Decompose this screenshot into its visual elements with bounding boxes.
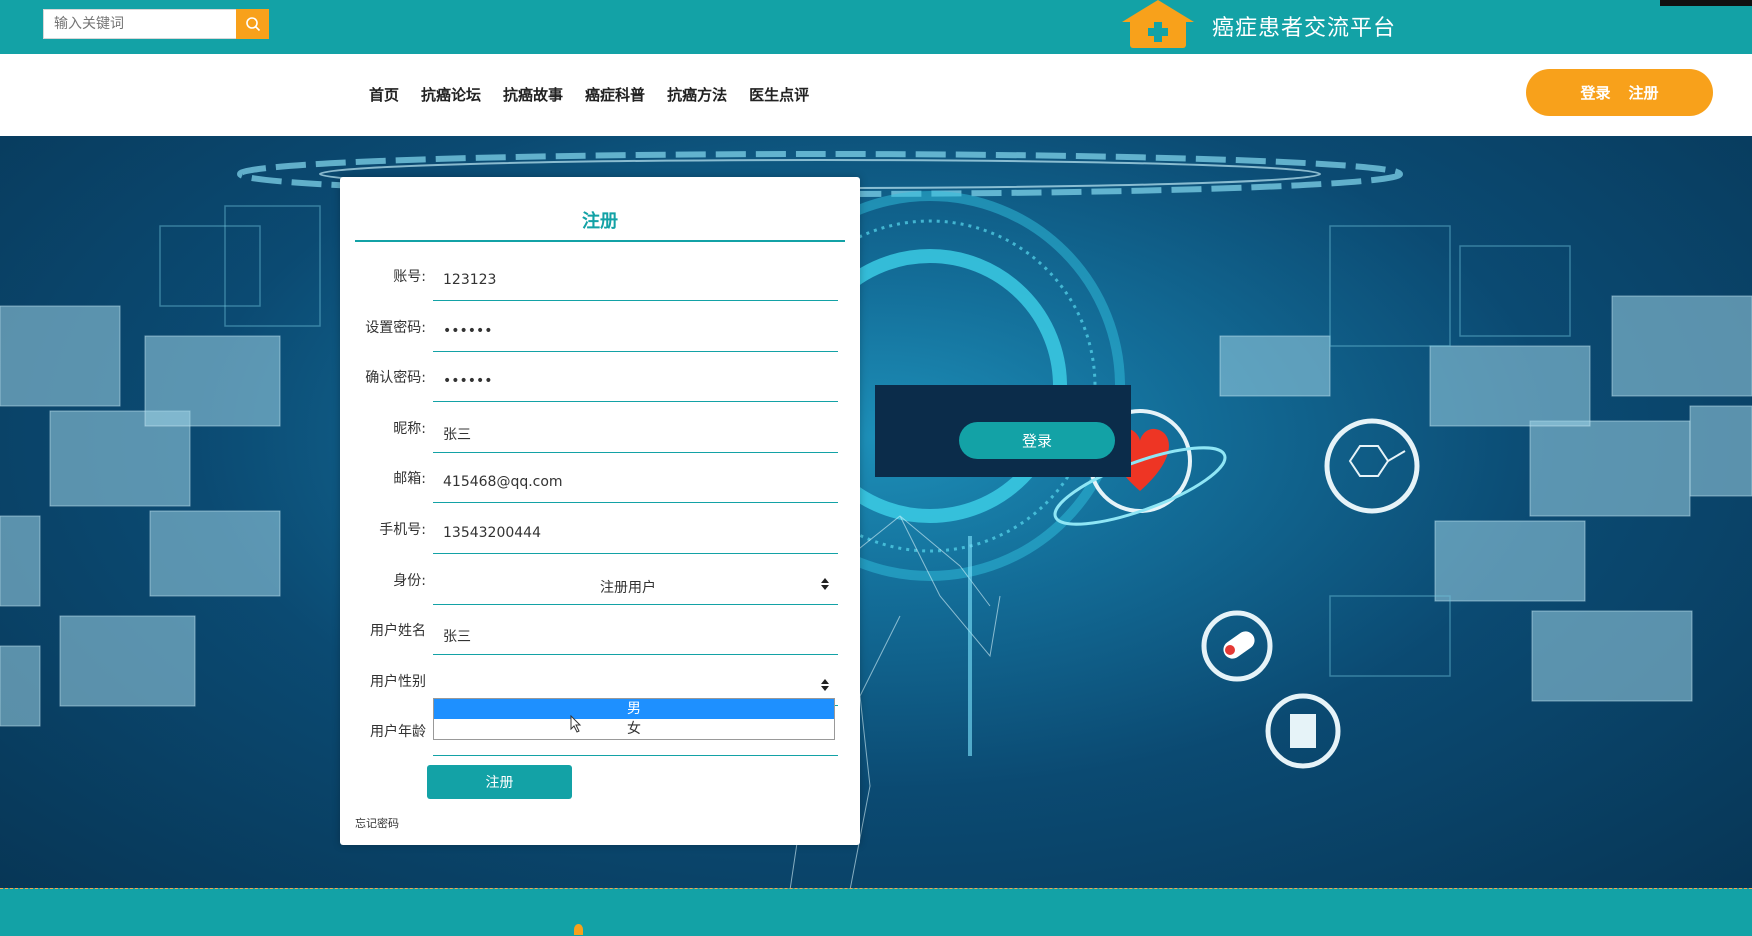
nav-item-science[interactable]: 癌症科普 bbox=[585, 84, 645, 105]
role-selected-value: 注册用户 bbox=[600, 580, 656, 596]
email-input[interactable]: 415468@qq.com bbox=[443, 474, 563, 490]
logo bbox=[1118, 0, 1198, 50]
username-label: 用户姓名 bbox=[370, 623, 426, 639]
account-input[interactable]: 123123 bbox=[443, 272, 496, 288]
nickname-label: 昵称: bbox=[393, 421, 426, 437]
nav-register-link[interactable]: 注册 bbox=[1629, 82, 1659, 103]
confirm-password-input[interactable]: •••••• bbox=[443, 373, 493, 389]
tech-background-art bbox=[0, 151, 1752, 890]
search-input[interactable] bbox=[44, 10, 229, 38]
footer-bar bbox=[0, 888, 1752, 936]
nickname-row: 昵称: 张三 bbox=[340, 412, 860, 462]
nav-menu: 首页 抗癌论坛 抗癌故事 癌症科普 抗癌方法 医生点评 bbox=[369, 84, 809, 105]
login-button[interactable]: 登录 bbox=[959, 422, 1115, 459]
search-icon bbox=[245, 17, 260, 32]
phone-label: 手机号: bbox=[379, 522, 426, 538]
role-select[interactable]: 注册用户 bbox=[433, 564, 838, 605]
email-row: 邮箱: 415468@qq.com bbox=[340, 462, 860, 512]
gender-label: 用户性别 bbox=[370, 674, 426, 690]
role-row: 身份: 注册用户 bbox=[340, 564, 860, 614]
nav-item-stories[interactable]: 抗癌故事 bbox=[503, 84, 563, 105]
account-row: 账号: 123123 bbox=[340, 260, 860, 310]
nav-item-methods[interactable]: 抗癌方法 bbox=[667, 84, 727, 105]
phone-row: 手机号: 13543200444 bbox=[340, 513, 860, 563]
password-field: •••••• bbox=[433, 311, 838, 352]
login-panel: 登录 bbox=[875, 385, 1131, 477]
top-bar: 癌症患者交流平台 bbox=[0, 0, 1752, 54]
mouse-cursor-icon bbox=[570, 715, 582, 733]
email-label: 邮箱: bbox=[393, 471, 426, 487]
username-input[interactable]: 张三 bbox=[443, 626, 471, 646]
site-title: 癌症患者交流平台 bbox=[1212, 16, 1397, 41]
gender-option-female[interactable]: 女 bbox=[434, 719, 834, 739]
gender-dropdown-list: 男 女 bbox=[433, 698, 835, 740]
window-strip bbox=[1660, 0, 1752, 6]
confirm-password-row: 确认密码: •••••• bbox=[340, 361, 860, 411]
email-field: 415468@qq.com bbox=[433, 462, 838, 503]
footer-marker-icon bbox=[574, 924, 583, 935]
hero-background bbox=[0, 136, 1752, 890]
username-field: 张三 bbox=[433, 614, 838, 655]
title-divider bbox=[355, 240, 845, 242]
select-caret-icon bbox=[821, 679, 829, 691]
age-label: 用户年龄 bbox=[370, 724, 426, 740]
account-field: 123123 bbox=[433, 260, 838, 301]
nav-item-forum[interactable]: 抗癌论坛 bbox=[421, 84, 481, 105]
confirm-password-field: •••••• bbox=[433, 361, 838, 402]
nav-item-home[interactable]: 首页 bbox=[369, 84, 399, 105]
role-label: 身份: bbox=[393, 573, 426, 589]
password-row: 设置密码: •••••• bbox=[340, 311, 860, 361]
forgot-password-link[interactable]: 忘记密码 bbox=[355, 815, 399, 831]
gender-option-male[interactable]: 男 bbox=[434, 699, 834, 719]
register-card: 注册 账号: 123123 设置密码: •••••• 确认密码: •••••• … bbox=[340, 177, 860, 845]
nickname-input[interactable]: 张三 bbox=[443, 424, 471, 444]
home-plus-icon bbox=[1122, 0, 1194, 48]
username-row: 用户姓名 张三 bbox=[340, 614, 860, 664]
account-label: 账号: bbox=[393, 269, 426, 285]
nav-bar: 首页 抗癌论坛 抗癌故事 癌症科普 抗癌方法 医生点评 登录 注册 bbox=[0, 54, 1752, 136]
password-input[interactable]: •••••• bbox=[443, 323, 493, 339]
password-label: 设置密码: bbox=[365, 320, 426, 336]
phone-input[interactable]: 13543200444 bbox=[443, 525, 541, 541]
nav-login-link[interactable]: 登录 bbox=[1580, 82, 1610, 103]
auth-buttons: 登录 注册 bbox=[1526, 69, 1713, 116]
confirm-password-label: 确认密码: bbox=[365, 370, 426, 386]
nickname-field: 张三 bbox=[433, 412, 838, 453]
select-caret-icon bbox=[821, 578, 829, 590]
search-button[interactable] bbox=[236, 9, 269, 39]
nav-item-doctor-reviews[interactable]: 医生点评 bbox=[749, 84, 809, 105]
register-title: 注册 bbox=[582, 211, 618, 232]
phone-field: 13543200444 bbox=[433, 513, 838, 554]
register-submit-button[interactable]: 注册 bbox=[427, 765, 572, 799]
search-box bbox=[43, 9, 269, 39]
